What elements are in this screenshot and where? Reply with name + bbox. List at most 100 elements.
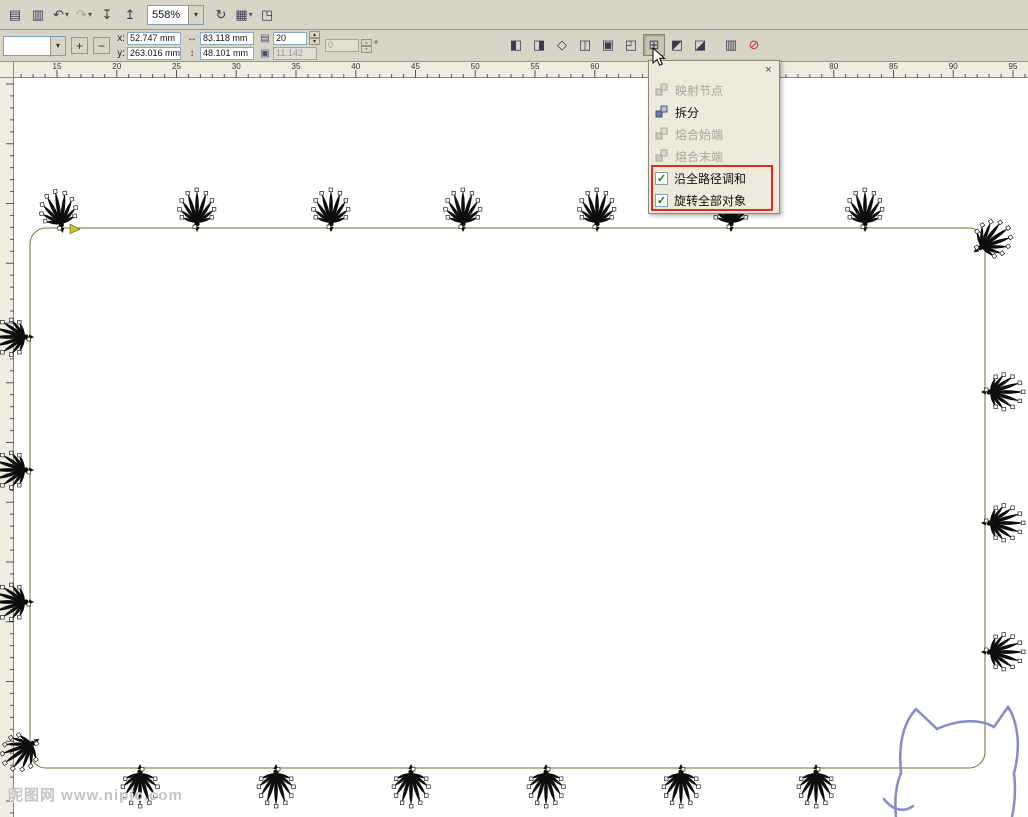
steps-spinner[interactable]: ▴ ▾	[309, 31, 320, 45]
color-acceleration-icon[interactable]: ▣	[597, 34, 619, 56]
node-handle[interactable]	[1, 741, 8, 748]
refresh-icon[interactable]: ↻	[210, 4, 232, 26]
node-handle[interactable]	[1001, 667, 1006, 672]
node-handle[interactable]	[594, 187, 599, 192]
node-handle[interactable]	[984, 647, 989, 652]
node-handle[interactable]	[1017, 529, 1022, 534]
fan-ornament[interactable]	[0, 723, 50, 780]
menu-item-blend-along-full-path[interactable]: ✓ 沿全路径调和	[651, 167, 777, 189]
node-handle[interactable]	[559, 776, 564, 781]
node-handle[interactable]	[9, 317, 14, 322]
node-handle[interactable]	[816, 767, 821, 772]
node-handle[interactable]	[694, 793, 699, 798]
add-preset-button[interactable]: +	[71, 37, 88, 54]
fan-ornament[interactable]	[981, 503, 1026, 543]
node-handle[interactable]	[1017, 380, 1022, 385]
node-handle[interactable]	[829, 776, 834, 781]
node-handle[interactable]	[400, 800, 405, 805]
node-handle[interactable]	[726, 224, 731, 229]
node-handle[interactable]	[694, 776, 699, 781]
node-handle[interactable]	[409, 804, 414, 809]
node-handle[interactable]	[1021, 649, 1026, 654]
fan-ornament[interactable]	[526, 764, 566, 809]
split-blend-icon[interactable]: ◪	[689, 34, 711, 56]
node-handle[interactable]	[743, 215, 748, 220]
node-handle[interactable]	[289, 776, 294, 781]
node-handle[interactable]	[62, 190, 68, 196]
node-handle[interactable]	[418, 800, 423, 805]
menu-item-rotate-all-objects[interactable]: ✓ 旋转全部对象	[651, 189, 777, 211]
node-handle[interactable]	[256, 784, 261, 789]
node-handle[interactable]	[291, 784, 296, 789]
node-handle[interactable]	[283, 800, 288, 805]
node-handle[interactable]	[443, 207, 448, 212]
clear-blend-icon[interactable]: ⊘	[743, 34, 765, 56]
node-handle[interactable]	[871, 191, 876, 196]
menu-item-split[interactable]: 拆分	[651, 101, 777, 123]
fan-ornament[interactable]	[311, 187, 351, 232]
node-handle[interactable]	[544, 804, 549, 809]
node-handle[interactable]	[1010, 404, 1015, 410]
node-handle[interactable]	[579, 215, 584, 220]
end-object-icon[interactable]: ◨	[528, 34, 550, 56]
node-handle[interactable]	[73, 205, 79, 211]
node-handle[interactable]	[1021, 520, 1026, 525]
node-handle[interactable]	[1001, 503, 1006, 508]
node-handle[interactable]	[1001, 372, 1006, 377]
node-handle[interactable]	[475, 198, 481, 203]
node-handle[interactable]	[9, 582, 14, 587]
node-handle[interactable]	[27, 763, 34, 769]
node-handle[interactable]	[993, 535, 998, 540]
node-handle[interactable]	[203, 191, 208, 196]
node-handle[interactable]	[445, 198, 450, 203]
node-handle[interactable]	[609, 215, 614, 220]
node-handle[interactable]	[877, 215, 882, 220]
node-handle[interactable]	[845, 207, 850, 212]
node-handle[interactable]	[579, 198, 584, 203]
node-handle[interactable]	[664, 776, 669, 781]
node-handle[interactable]	[681, 767, 686, 772]
node-handle[interactable]	[553, 800, 558, 805]
node-handle[interactable]	[1001, 407, 1006, 412]
node-handle[interactable]	[9, 450, 14, 455]
node-handle[interactable]	[609, 198, 615, 203]
width-field[interactable]: 83.118 mm	[200, 31, 254, 45]
node-handle[interactable]	[265, 800, 270, 805]
node-handle[interactable]	[17, 350, 22, 355]
drawing-canvas[interactable]: 昵图网 www.nipic.com	[0, 78, 1028, 817]
node-handle[interactable]	[1017, 511, 1022, 516]
node-handle[interactable]	[670, 800, 675, 805]
node-handle[interactable]	[829, 793, 834, 798]
node-handle[interactable]	[17, 483, 22, 488]
node-handle[interactable]	[179, 215, 184, 220]
fan-ornament[interactable]	[963, 211, 1021, 268]
node-handle[interactable]	[1017, 398, 1022, 403]
chevron-down-icon[interactable]: ▾	[188, 5, 203, 24]
node-handle[interactable]	[798, 793, 804, 798]
node-handle[interactable]	[192, 224, 197, 229]
node-handle[interactable]	[661, 784, 666, 789]
import-icon[interactable]: ↧	[96, 4, 118, 26]
size-acceleration-icon[interactable]: ◰	[620, 34, 642, 56]
object-acceleration-icon[interactable]: ◫	[574, 34, 596, 56]
node-handle[interactable]	[987, 218, 994, 225]
node-handle[interactable]	[337, 191, 342, 196]
checkbox-blend-along-full-path[interactable]: ✓	[655, 171, 668, 185]
node-handle[interactable]	[259, 776, 264, 781]
node-handle[interactable]	[1017, 640, 1022, 645]
node-handle[interactable]	[424, 793, 429, 798]
node-handle[interactable]	[823, 800, 828, 805]
node-handle[interactable]	[478, 207, 483, 212]
node-handle[interactable]	[72, 213, 78, 219]
node-handle[interactable]	[311, 207, 316, 212]
node-handle[interactable]	[394, 776, 399, 781]
node-handle[interactable]	[0, 750, 6, 757]
node-handle[interactable]	[185, 191, 190, 196]
node-handle[interactable]	[319, 191, 324, 196]
node-handle[interactable]	[0, 452, 5, 458]
node-handle[interactable]	[313, 215, 318, 220]
node-handle[interactable]	[69, 196, 75, 202]
node-handle[interactable]	[713, 215, 718, 220]
node-handle[interactable]	[577, 207, 582, 212]
node-handle[interactable]	[880, 207, 885, 212]
